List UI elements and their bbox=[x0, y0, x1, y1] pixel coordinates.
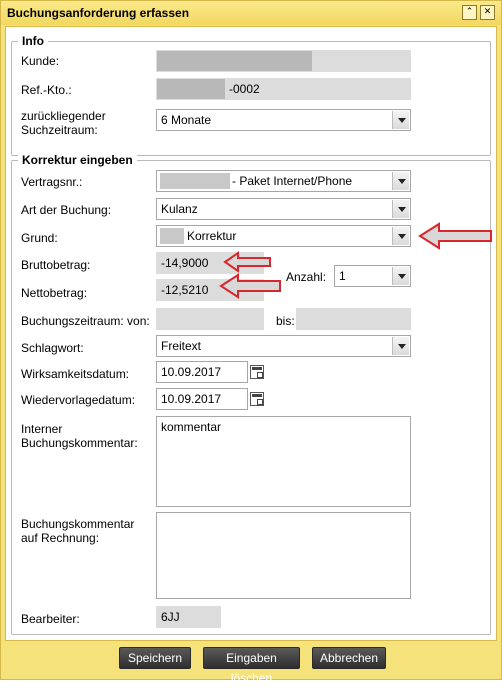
zeitraum-bis-label: bis: bbox=[276, 314, 295, 328]
intern-label: Interner Buchungskommentar: bbox=[21, 422, 138, 450]
wiedervorlage-date-input[interactable]: 10.09.2017 bbox=[156, 388, 248, 410]
clear-button[interactable]: Eingaben löschen bbox=[203, 647, 300, 685]
zeitraum-von-field bbox=[156, 308, 264, 330]
zeitraum-von-label: Buchungszeitraum: von: bbox=[21, 314, 150, 328]
art-value: Kulanz bbox=[161, 202, 198, 216]
grund-value: Korrektur bbox=[187, 229, 237, 243]
wirksam-value: 10.09.2017 bbox=[161, 365, 222, 379]
chevron-down-icon[interactable] bbox=[392, 227, 409, 245]
grund-label: Grund: bbox=[21, 231, 58, 245]
wirksam-date-input[interactable]: 10.09.2017 bbox=[156, 361, 248, 383]
anzahl-label: Anzahl: bbox=[286, 270, 327, 284]
save-button[interactable]: Speichern bbox=[119, 647, 191, 669]
vertragsnr-value: - Paket Internet/Phone bbox=[232, 174, 353, 188]
zeitraum-label: zurückliegender Suchzeitraum: bbox=[21, 109, 106, 137]
bearbeiter-field: 6JJ bbox=[156, 606, 221, 628]
korrektur-legend: Korrektur eingeben bbox=[18, 153, 137, 167]
intern-label-line1: Interner bbox=[21, 422, 63, 436]
netto-label: Nettobetrag: bbox=[21, 286, 88, 300]
annotation-arrow-grund bbox=[418, 222, 492, 250]
brutto-value: -14,9000 bbox=[161, 256, 209, 270]
bearbeiter-value: 6JJ bbox=[161, 610, 180, 624]
zeitraum-label-line1: zurückliegender bbox=[21, 109, 106, 123]
title-bar[interactable]: Buchungsanforderung erfassen ⌃ ✕ bbox=[1, 1, 501, 25]
brutto-label: Bruttobetrag: bbox=[21, 258, 91, 272]
refkto-value: -0002 bbox=[229, 82, 260, 96]
rechnung-label-line2: auf Rechnung: bbox=[21, 531, 100, 545]
netto-value: -12,5210 bbox=[161, 283, 209, 297]
cancel-button[interactable]: Abbrechen bbox=[312, 647, 386, 669]
info-legend: Info bbox=[18, 34, 48, 48]
rechnung-label: Buchungskommentar auf Rechnung: bbox=[21, 517, 134, 545]
bearbeiter-label: Bearbeiter: bbox=[21, 612, 80, 626]
close-icon[interactable]: ✕ bbox=[480, 5, 495, 20]
dialog-content: Info Kunde: Ref.-Kto.: -0002 zurückliege… bbox=[5, 26, 497, 641]
redacted-block bbox=[160, 228, 184, 244]
dialog-title: Buchungsanforderung erfassen bbox=[7, 6, 190, 20]
anzahl-value: 1 bbox=[339, 269, 346, 283]
art-select[interactable]: Kulanz bbox=[156, 198, 411, 220]
chevron-down-icon[interactable] bbox=[392, 200, 409, 218]
chevron-down-icon[interactable] bbox=[392, 267, 409, 285]
anzahl-select[interactable]: 1 bbox=[334, 265, 411, 287]
redacted-block bbox=[157, 51, 312, 71]
grund-select[interactable]: Korrektur bbox=[156, 225, 411, 247]
rechnung-comment-textarea[interactable] bbox=[156, 512, 411, 599]
chevron-down-icon[interactable] bbox=[392, 111, 409, 129]
wirksam-label: Wirksamkeitsdatum: bbox=[21, 367, 130, 381]
redacted-block bbox=[160, 173, 230, 189]
rechnung-label-line1: Buchungskommentar bbox=[21, 517, 135, 531]
redacted-block bbox=[157, 79, 225, 99]
refkto-label: Ref.-Kto.: bbox=[21, 83, 72, 97]
calendar-icon[interactable] bbox=[250, 392, 264, 406]
zeitraum-bis-field bbox=[296, 308, 411, 330]
vertragsnr-select[interactable]: - Paket Internet/Phone bbox=[156, 170, 411, 192]
zeitraum-label-line2: Suchzeitraum: bbox=[21, 123, 98, 137]
schlagwort-label: Schlagwort: bbox=[21, 341, 84, 355]
vertragsnr-label: Vertragsnr.: bbox=[21, 175, 83, 189]
annotation-arrow-netto bbox=[219, 273, 281, 299]
art-label: Art der Buchung: bbox=[21, 203, 112, 217]
wiedervorlage-value: 10.09.2017 bbox=[161, 392, 222, 406]
calendar-icon[interactable] bbox=[250, 365, 264, 379]
kunde-field bbox=[156, 50, 411, 72]
suchzeitraum-value: 6 Monate bbox=[161, 113, 212, 127]
wiedervorlage-label: Wiedervorlagedatum: bbox=[21, 393, 136, 407]
dialog-window: Buchungsanforderung erfassen ⌃ ✕ Info Ku… bbox=[0, 0, 502, 685]
collapse-icon[interactable]: ⌃ bbox=[462, 5, 477, 20]
chevron-down-icon[interactable] bbox=[392, 172, 409, 190]
chevron-down-icon[interactable] bbox=[392, 337, 409, 355]
refkto-field: -0002 bbox=[156, 78, 411, 100]
intern-comment-value: kommentar bbox=[161, 420, 222, 434]
intern-comment-textarea[interactable]: kommentar bbox=[156, 416, 411, 507]
suchzeitraum-select[interactable]: 6 Monate bbox=[156, 109, 411, 131]
annotation-arrow-brutto bbox=[223, 251, 271, 273]
intern-label-line2: Buchungskommentar: bbox=[21, 436, 138, 450]
schlagwort-select[interactable]: Freitext bbox=[156, 335, 411, 357]
kunde-label: Kunde: bbox=[21, 54, 60, 68]
schlagwort-value: Freitext bbox=[161, 339, 202, 353]
